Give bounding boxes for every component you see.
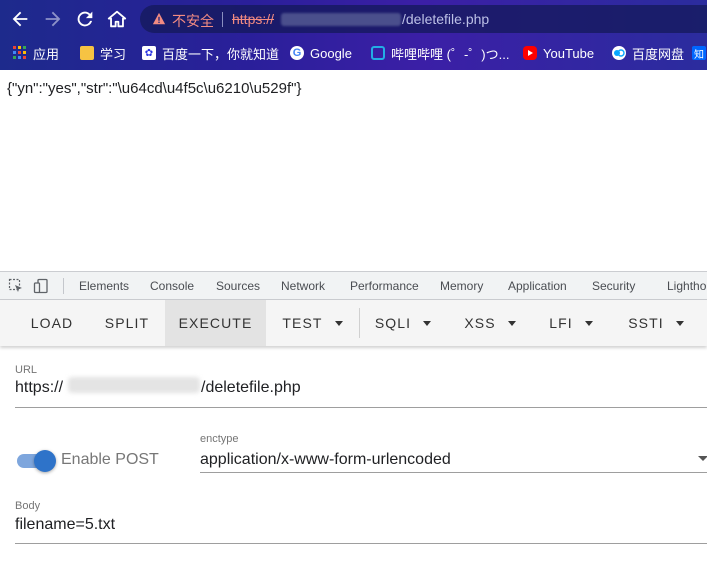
- home-button[interactable]: [106, 8, 128, 30]
- navigation-bar: 不安全 https:// /deletefile.php: [0, 0, 707, 38]
- arrow-left-icon: [12, 11, 28, 27]
- split-label: SPLIT: [104, 315, 150, 331]
- caret-down-icon: [507, 320, 516, 326]
- reload-icon: [77, 11, 93, 27]
- url-field-underline: [15, 407, 707, 408]
- sqli-menu-button[interactable]: SQLI: [364, 300, 442, 346]
- google-icon: G: [290, 46, 304, 60]
- toolbar-divider: [359, 308, 360, 338]
- bookmark-baidu[interactable]: ✿ 百度一下，你就知道: [142, 44, 279, 62]
- baidu-netdisk-icon: [612, 46, 626, 60]
- url-path: /deletefile.php: [402, 11, 490, 27]
- lfi-label: LFI: [549, 315, 573, 331]
- bookmark-label: Google: [310, 45, 352, 61]
- load-button[interactable]: LOAD: [17, 300, 87, 346]
- bookmark-baidu-netdisk[interactable]: 百度网盘: [612, 44, 684, 62]
- bookmark-zhihu[interactable]: 知: [692, 44, 706, 62]
- bookmark-study[interactable]: 学习: [80, 44, 126, 62]
- redacted-host: [281, 13, 401, 26]
- test-label: TEST: [282, 315, 323, 331]
- hackbar-toolbar: LOAD SPLIT EXECUTE TEST SQLI XSS LFI SST…: [0, 300, 707, 346]
- ssti-label: SSTI: [628, 315, 664, 331]
- execute-label: EXECUTE: [178, 315, 253, 331]
- tab-lighthouse[interactable]: Lightho: [667, 279, 706, 293]
- arrow-right-icon: [45, 11, 61, 27]
- tab-console[interactable]: Console: [150, 279, 194, 293]
- folder-icon: [80, 46, 94, 60]
- caret-down-icon: [584, 320, 593, 326]
- enctype-select[interactable]: application/x-www-form-urlencoded: [200, 451, 451, 469]
- tab-application[interactable]: Application: [508, 279, 567, 293]
- bookmark-google[interactable]: G Google: [290, 44, 352, 62]
- load-label: LOAD: [30, 315, 74, 331]
- caret-down-icon: [675, 320, 684, 326]
- browser-chrome: 不安全 https:// /deletefile.php 应用 学习 ✿ 百度一…: [0, 0, 707, 70]
- tab-network[interactable]: Network: [281, 279, 325, 293]
- bookmark-label: 应用: [33, 46, 60, 62]
- bookmark-apps[interactable]: 应用: [13, 44, 59, 62]
- enctype-label: enctype: [200, 433, 239, 445]
- response-text: {"yn":"yes","str":"\u64cd\u4f5c\u6210\u5…: [7, 80, 302, 97]
- bookmark-label: 百度网盘: [632, 46, 685, 62]
- enable-post-toggle-thumb[interactable]: [34, 450, 56, 472]
- tab-memory[interactable]: Memory: [440, 279, 483, 293]
- enable-post-label: Enable POST: [61, 451, 159, 468]
- warning-icon: [152, 12, 166, 25]
- execute-button[interactable]: EXECUTE: [165, 300, 266, 346]
- url-field-label: URL: [15, 364, 38, 376]
- chevron-down-icon[interactable]: [698, 456, 707, 461]
- tab-security[interactable]: Security: [592, 279, 635, 293]
- xss-menu-button[interactable]: XSS: [455, 300, 525, 346]
- bookmark-label: 学习: [100, 46, 127, 62]
- bookmark-label: 哔哩哔哩 (゜-゜)つ...: [391, 46, 510, 62]
- device-toolbar-icon[interactable]: [33, 278, 49, 294]
- test-menu-button[interactable]: TEST: [270, 300, 355, 346]
- bookmark-label: 百度一下，你就知道: [162, 46, 280, 62]
- body-field-underline: [15, 543, 707, 544]
- zhihu-icon: 知: [692, 46, 706, 61]
- home-icon: [107, 10, 127, 28]
- body-field-label: Body: [15, 500, 41, 512]
- back-button[interactable]: [9, 8, 31, 30]
- lfi-menu-button[interactable]: LFI: [540, 300, 602, 346]
- address-divider: [222, 12, 223, 27]
- enctype-underline: [200, 472, 707, 473]
- youtube-icon: [523, 46, 537, 60]
- xss-label: XSS: [464, 315, 496, 331]
- caret-down-icon: [423, 320, 432, 326]
- bookmark-bilibili[interactable]: 哔哩哔哩 (゜-゜)つ...: [371, 44, 509, 62]
- split-button[interactable]: SPLIT: [91, 300, 163, 346]
- address-bar[interactable]: 不安全 https:// /deletefile.php: [140, 5, 707, 33]
- tab-performance[interactable]: Performance: [350, 279, 419, 293]
- devtools-divider: [63, 278, 64, 294]
- body-field[interactable]: filename=5.txt: [15, 516, 115, 534]
- apps-grid-icon: [13, 46, 27, 60]
- forward-button[interactable]: [42, 8, 64, 30]
- caret-down-icon: [334, 320, 343, 326]
- bookmark-youtube[interactable]: YouTube: [523, 44, 594, 62]
- insecure-label: 不安全: [172, 13, 214, 29]
- redacted-url-host: [68, 377, 200, 393]
- reload-button[interactable]: [74, 8, 96, 30]
- ssti-menu-button[interactable]: SSTI: [620, 300, 692, 346]
- baidu-icon: ✿: [142, 46, 156, 60]
- tab-sources[interactable]: Sources: [216, 279, 260, 293]
- sqli-label: SQLI: [374, 315, 412, 331]
- bilibili-icon: [371, 46, 385, 60]
- bookmarks-bar: 应用 学习 ✿ 百度一下，你就知道 G Google 哔哩哔哩 (゜-゜)つ..…: [0, 38, 707, 68]
- inspect-element-icon[interactable]: [8, 278, 24, 294]
- devtools-tab-bar: Elements Console Sources Network Perform…: [0, 271, 707, 300]
- url-scheme: https://: [232, 11, 275, 27]
- url-field-prefix[interactable]: https://: [15, 379, 63, 397]
- bookmark-label: YouTube: [543, 45, 595, 61]
- tab-elements[interactable]: Elements: [79, 279, 129, 293]
- url-field-suffix[interactable]: /deletefile.php: [201, 379, 301, 397]
